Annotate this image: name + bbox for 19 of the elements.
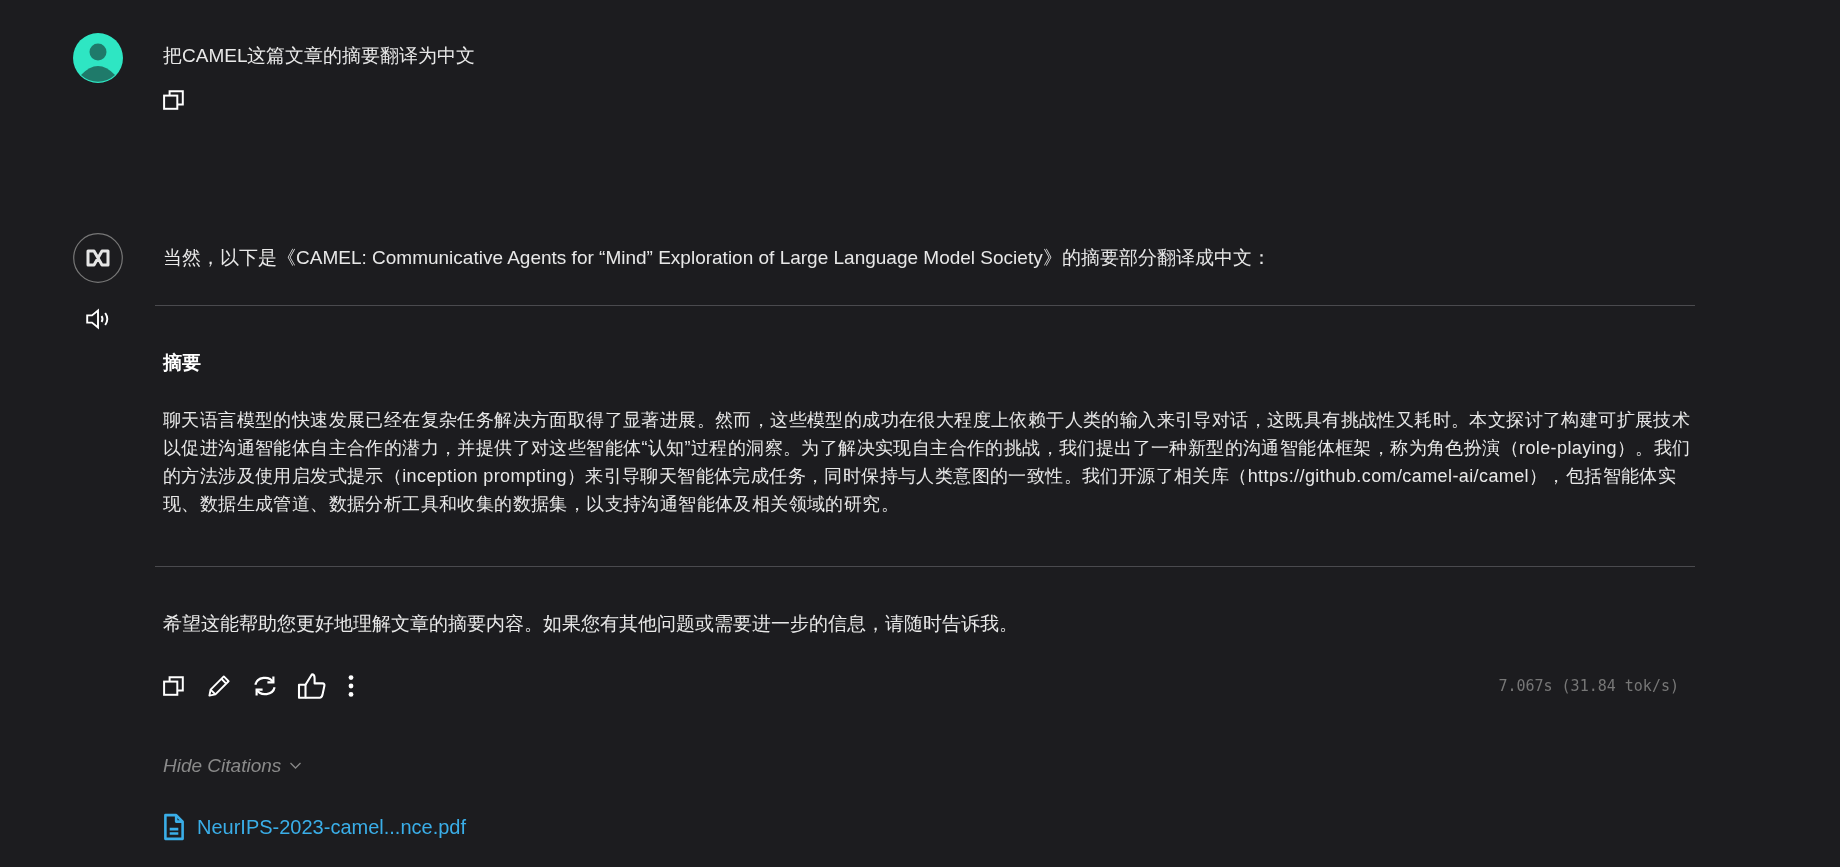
speaker-icon[interactable] [86,307,110,331]
pencil-icon[interactable] [207,674,231,698]
user-avatar [73,33,123,83]
more-options-icon[interactable] [347,674,355,698]
document-icon [163,813,185,841]
citation-link[interactable]: NeurIPS-2023-camel...nce.pdf [197,815,467,839]
assistant-avatar [73,233,123,283]
copy-icon[interactable] [163,89,185,111]
closing-text: 希望这能帮助您更好地理解文章的摘要内容。如果您有其他问题或需要进一步的信息，请随时告诉我。 [163,612,1019,636]
response-intro: 当然，以下是《CAMEL: Communicative Agents for “Mind” Exploration of Large Language Model Society》的摘要部分翻译成中文： [163,246,1272,270]
section-heading: 摘要 [163,351,202,375]
abstract-paragraph: 聊天语言模型的快速发展已经在复杂任务解决方面取得了显著进展。然而，这些模型的成功在很大程度上依赖于人类的输入来引导对话，这既具有挑战性又耗时。本文探讨了构建可扩展技术以促进沟通智能体自主合作的潜力，并提供了对这些智能体“认知”过程的洞察。为了解决实现自主合作的挑战，我们提出了一种新型的沟通智能体框架，称为角色扮演（role-playing）。我们的方法涉及使用启发式提示（inception prompting）来引导聊天智能体完成任务，同时保持与人类意图的一致性。我们开源了相关库（https://github.com/camel-ai/camel），包括智能体实现、数据生成管道、数据分析工具和收集的数据集，以支持沟通智能体及相关领域的研究。 [163,409,1692,516]
citations-toggle[interactable]: Hide Citations [163,755,303,777]
chevron-icon [289,762,303,770]
generation-timing: 7.067s (31.84 tok/s) [1498,677,1679,695]
refresh-icon[interactable] [253,674,277,698]
thumbs-up-icon[interactable] [299,673,325,699]
user-message: 把CAMEL这篇文章的摘要翻译为中文 [163,44,477,68]
copy-icon[interactable] [163,675,185,697]
